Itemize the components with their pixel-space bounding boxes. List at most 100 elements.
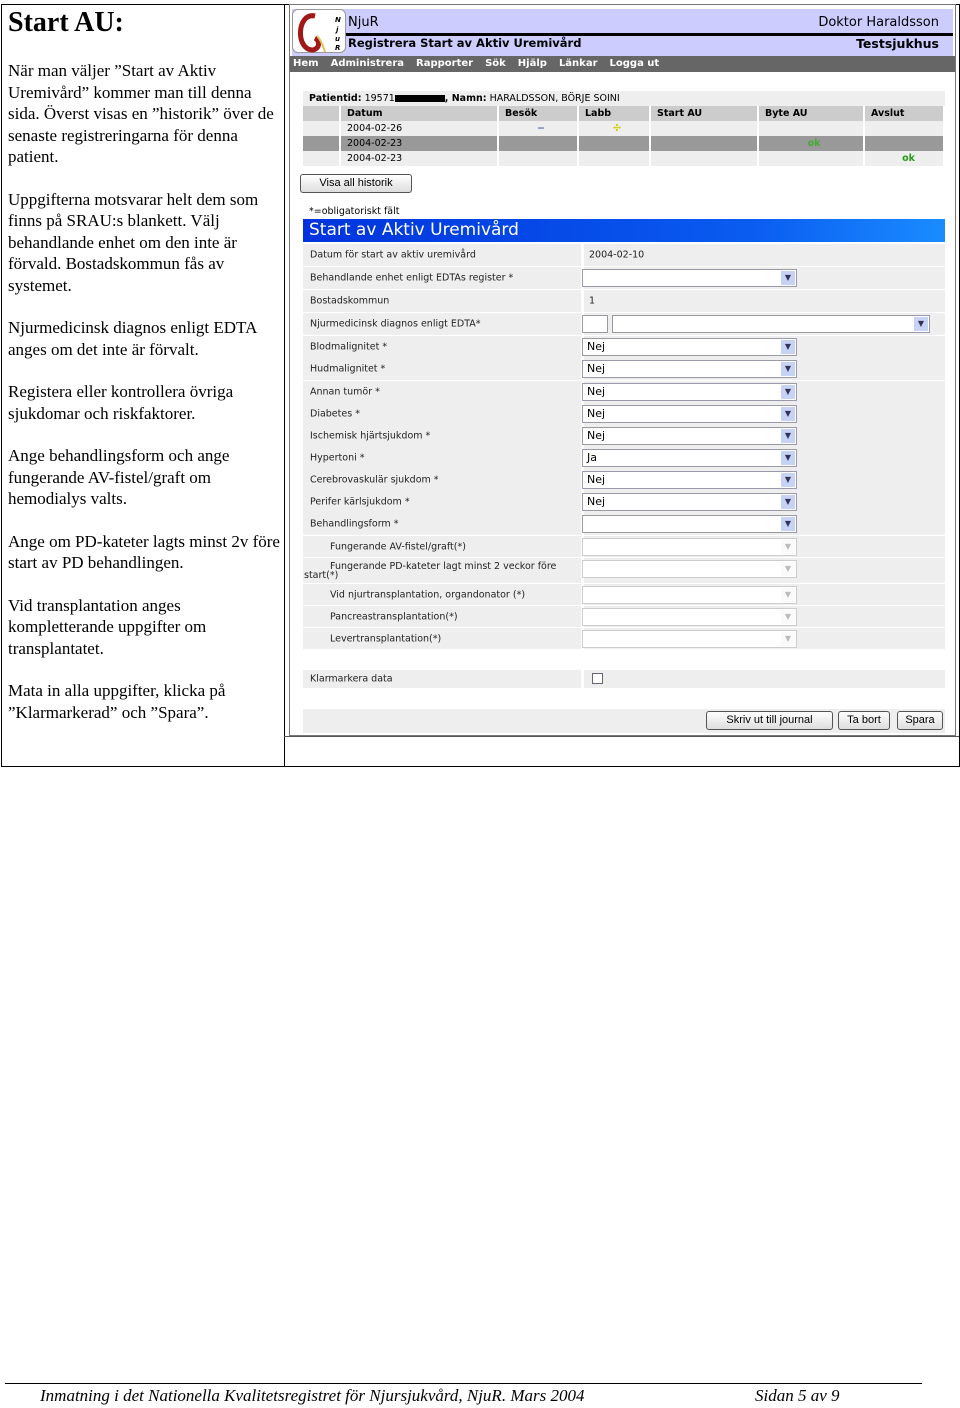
paragraph: Uppgifterna motsvarar helt dem som finns… [8,189,259,295]
field-select[interactable]: Nej ▼ [582,493,797,511]
svg-text:j: j [335,26,339,34]
app-name: NjuR [348,15,379,30]
form-row: Blodmalignitet * Nej ▼ [303,336,945,358]
chevron-down-icon: ▼ [781,562,795,576]
col-header [303,106,341,121]
field-select[interactable]: ▼ [582,586,797,604]
form-row: Fungerande AV-fistel/graft(*) ▼ [303,536,945,557]
nav-rapporter[interactable]: Rapporter [416,58,473,69]
section-title: Start AU: [8,7,124,38]
field-select[interactable]: ▼ [582,560,797,578]
chevron-down-icon: ▼ [781,385,795,399]
delete-button[interactable]: Ta bort [838,711,890,730]
field-label: Bostadskommun [310,295,390,307]
field-label: Datum för start av aktiv uremivård [310,249,476,261]
chevron-down-icon: ▼ [781,407,795,421]
form-title: Start av Aktiv Uremivård [303,219,945,242]
ready-row: Klarmarkera data [303,670,945,688]
select-value: Nej [587,407,606,420]
chevron-down-icon: ▼ [781,429,795,443]
field-select[interactable]: Nej ▼ [582,360,797,378]
form-row: Bostadskommun 1 [303,290,945,312]
paragraph: Njurmedicinsk diagnos enligt EDTA anges … [8,318,257,359]
svg-text:u: u [335,35,340,43]
col-header: Start AU [651,106,759,121]
form-row: Annan tumör * Nej ▼ [303,381,945,403]
select-value: Nej [587,429,606,442]
chevron-down-icon: ▼ [914,317,928,331]
field-select[interactable]: ▼ [582,269,797,287]
date-cell: 2004-02-23 [341,151,499,166]
patient-id: 19571 [364,93,395,104]
mandatory-note: *=obligatoriskt fält [309,206,400,217]
show-all-history-button[interactable]: Visa all historik [300,174,412,193]
history-header-row: Datum Besök Labb Start AU Byte AU Avslut [303,106,945,121]
field-label: Annan tumör * [310,386,380,398]
field-select[interactable]: ▼ [582,608,797,626]
field-select[interactable]: ▼ [582,515,797,533]
hospital-name: Testsjukhus [856,36,939,51]
form-row: Behandlingsform * ▼ [303,513,945,535]
field-label: Fungerande AV-fistel/graft(*) [330,541,466,552]
save-button[interactable]: Spara [897,711,943,730]
print-to-journal-button[interactable]: Skriv ut till journal [706,711,833,730]
nav-logga-ut[interactable]: Logga ut [610,58,660,69]
njur-logo: NjuR [292,9,346,53]
footer-text: Inmatning i det Nationella Kvalitetsregi… [40,1386,585,1405]
field-label: Ischemisk hjärtsjukdom * [310,430,431,442]
form-row: Perifer kärlsjukdom * Nej ▼ [303,491,945,513]
date-cell: 2004-02-26 [341,121,499,136]
patient-id-label: Patientid: [309,93,362,104]
nav-hjalp[interactable]: Hjälp [518,58,547,69]
nav-administrera[interactable]: Administrera [331,58,404,69]
field-select[interactable]: Nej ▼ [582,471,797,489]
field-label: Fungerande PD-kateter lagt minst 2 vecko… [330,561,557,572]
form-row: Hypertoni * Ja ▼ [303,447,945,469]
chevron-down-icon: ▼ [781,495,795,509]
nav-hem[interactable]: Hem [293,58,319,69]
field-label: Pancreastransplantation(*) [330,611,458,622]
field-label: Diabetes * [310,408,360,420]
page-subtitle: Registrera Start av Aktiv Uremivård [348,36,582,50]
field-select[interactable]: Nej ▼ [582,405,797,423]
field-label: Behandlande enhet enligt EDTAs register … [310,272,514,284]
visit-icon: − [499,121,579,136]
history-row[interactable]: 2004-02-23 ok [303,136,945,151]
form-row: Pancreastransplantation(*) ▼ [303,606,945,627]
chevron-down-icon: ▼ [781,362,795,376]
field-select[interactable]: Nej ▼ [582,383,797,401]
form-row: Fungerande PD-kateter lagt minst 2 vecko… [303,558,945,583]
field-label: Blodmalignitet * [310,341,388,353]
diagnosis-code-input[interactable] [582,315,608,333]
field-select[interactable]: ▼ [582,630,797,648]
nav-sok[interactable]: Sök [485,58,506,69]
diagnosis-select[interactable]: ▼ [612,315,930,333]
field-label: Vid njurtransplantation, organdonator (*… [330,589,526,600]
paragraph: Mata in alla uppgifter, klicka på ”Klarm… [8,681,226,722]
history-row[interactable]: 2004-02-23 ok [303,151,945,166]
nav-lankar[interactable]: Länkar [559,58,598,69]
lab-icon: ✣ [579,121,651,136]
instructions-column: Start AU: När man väljer ”Start av Aktiv… [8,6,280,744]
form-row: Diabetes * Nej ▼ [303,403,945,425]
history-row[interactable]: 2004-02-26− ✣ [303,121,945,136]
field-select[interactable]: Nej ▼ [582,338,797,356]
chevron-down-icon: ▼ [781,588,795,602]
svg-text:R: R [335,44,340,52]
paragraph: Registera eller kontrollera övriga sjukd… [8,382,234,423]
paragraph: Vid transplantation anges kompletterande… [8,595,207,658]
field-select[interactable]: Ja ▼ [582,449,797,467]
column-divider [284,4,285,767]
ready-checkbox[interactable] [592,673,603,684]
field-value: 1 [589,295,596,307]
paragraph: När man väljer ”Start av Aktiv Uremivård… [8,61,274,166]
field-label: Cerebrovaskulär sjukdom * [310,474,439,486]
patient-name: HARALDSSON, BÖRJE SOINI [489,93,620,104]
user-name: Doktor Haraldsson [818,15,939,30]
footer-rule [5,1383,922,1384]
field-label: Perifer kärlsjukdom * [310,496,410,508]
chevron-down-icon: ▼ [781,540,795,554]
redaction-bar [394,95,445,102]
field-select[interactable]: Nej ▼ [582,427,797,445]
field-select[interactable]: ▼ [582,538,797,556]
